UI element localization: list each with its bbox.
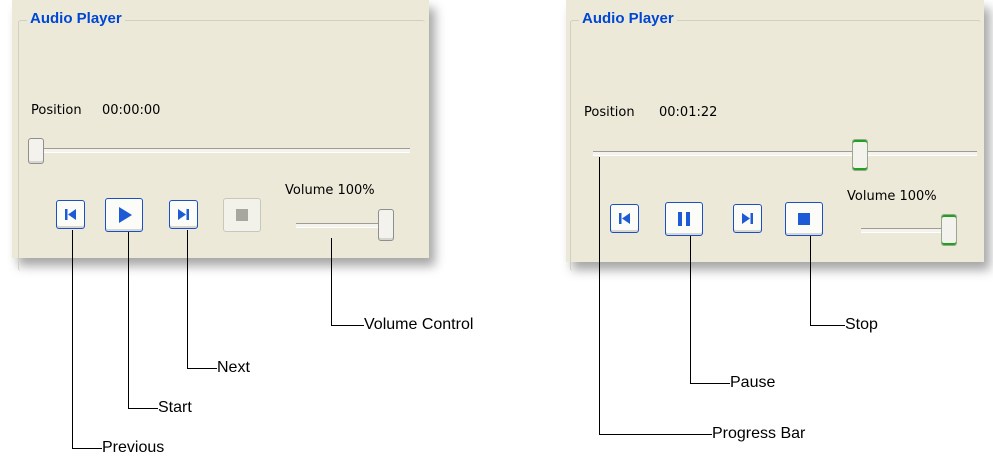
start-button[interactable] bbox=[105, 198, 143, 232]
callout-volume-control: Volume Control bbox=[364, 316, 474, 333]
position-label: Position bbox=[584, 105, 635, 120]
callout-previous: Previous bbox=[102, 439, 165, 456]
pause-icon bbox=[678, 212, 690, 226]
skip-previous-icon bbox=[65, 209, 76, 220]
stop-icon bbox=[236, 209, 248, 221]
next-button[interactable] bbox=[733, 204, 762, 233]
progress-bar-track[interactable] bbox=[593, 151, 977, 156]
callout-line-volume bbox=[331, 238, 332, 325]
previous-button[interactable] bbox=[610, 204, 639, 233]
callout-progress-bar: Progress Bar bbox=[712, 425, 806, 442]
audio-player-panel-left: Audio Player Position 00:00:00 Volume 10… bbox=[12, 0, 429, 271]
volume-label: Volume 100% bbox=[847, 189, 937, 204]
callout-line-pause bbox=[690, 383, 730, 384]
callout-line-volume bbox=[331, 325, 364, 326]
audio-player-group-right: Audio Player bbox=[570, 10, 981, 271]
progress-bar-thumb[interactable] bbox=[28, 138, 44, 164]
stop-icon bbox=[798, 213, 810, 225]
audio-player-group-left: Audio Player bbox=[18, 10, 425, 271]
progress-bar-thumb[interactable] bbox=[852, 139, 868, 171]
volume-slider-thumb[interactable] bbox=[378, 209, 394, 241]
callout-line-stop bbox=[810, 325, 845, 326]
group-title: Audio Player bbox=[579, 10, 677, 27]
group-title: Audio Player bbox=[27, 10, 125, 27]
skip-previous-icon bbox=[619, 213, 630, 224]
callout-next: Next bbox=[217, 359, 250, 376]
skip-next-icon bbox=[178, 209, 189, 220]
next-button[interactable] bbox=[169, 200, 198, 229]
callout-pause: Pause bbox=[730, 374, 776, 391]
stop-button[interactable] bbox=[223, 198, 261, 232]
callout-line-stop bbox=[810, 236, 811, 326]
callout-start: Start bbox=[158, 399, 192, 416]
stop-button[interactable] bbox=[785, 202, 823, 236]
skip-next-icon bbox=[742, 213, 753, 224]
position-time: 00:00:00 bbox=[102, 103, 161, 118]
volume-slider-track[interactable] bbox=[296, 223, 382, 228]
previous-button[interactable] bbox=[56, 200, 85, 229]
callout-line-next bbox=[187, 230, 188, 368]
volume-slider-track[interactable] bbox=[861, 228, 953, 233]
callout-line-start bbox=[128, 232, 129, 409]
callout-line-previous bbox=[72, 230, 73, 449]
callout-line-next bbox=[187, 368, 217, 369]
callout-line-progress bbox=[599, 157, 600, 435]
position-label: Position bbox=[31, 103, 82, 118]
position-time: 00:01:22 bbox=[659, 105, 718, 120]
volume-label: Volume 100% bbox=[285, 183, 375, 198]
callout-line-progress bbox=[599, 434, 712, 435]
callout-line-pause bbox=[690, 236, 691, 384]
play-icon bbox=[119, 207, 132, 223]
callout-line-start bbox=[128, 408, 158, 409]
callout-stop: Stop bbox=[845, 316, 878, 333]
callout-line-previous bbox=[72, 448, 102, 449]
progress-bar-track[interactable] bbox=[30, 148, 410, 153]
pause-button[interactable] bbox=[665, 202, 703, 236]
volume-slider-thumb[interactable] bbox=[941, 214, 957, 246]
audio-player-panel-right: Audio Player Position 00:01:22 Volume 10… bbox=[566, 0, 984, 271]
